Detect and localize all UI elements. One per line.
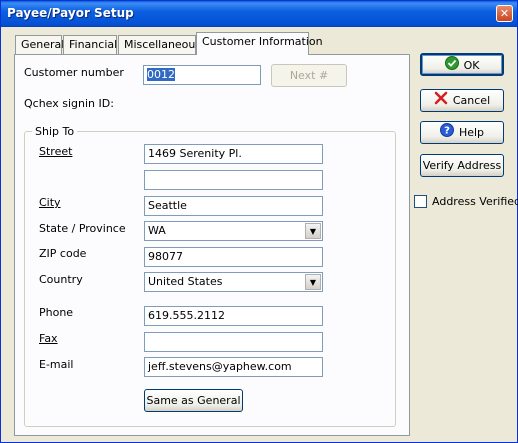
city-label: City [39,196,61,209]
email-field[interactable]: jeff.stevens@yaphew.com [144,357,323,377]
address-verified-label: Address Verified [432,195,518,208]
state-select[interactable]: WA ▼ [144,221,323,241]
chevron-down-icon[interactable]: ▼ [305,223,321,239]
ok-button[interactable]: OK [420,53,504,76]
tab-general[interactable]: General [15,35,64,54]
fax-label: Fax [39,332,58,345]
street-line2-field[interactable] [144,170,323,190]
payee-payor-setup-dialog: Payee/Payor Setup ✕ General Financial Mi… [0,0,518,443]
help-button[interactable]: ? Help [420,121,504,144]
question-icon: ? [439,122,454,144]
country-label: Country [39,273,83,286]
verify-address-button[interactable]: Verify Address [420,154,504,177]
customer-number-field[interactable]: 0012 [143,65,261,85]
street-field[interactable]: 1469 Serenity Pl. [144,144,323,164]
customer-number-label: Customer number [24,66,124,79]
qchex-signin-label: Qchex signin ID: [24,97,114,110]
tab-miscellaneous[interactable]: Miscellaneous [118,35,201,54]
svg-text:?: ? [444,125,450,136]
city-field[interactable]: Seattle [144,196,323,216]
chevron-down-icon[interactable]: ▼ [305,274,321,290]
ship-to-title: Ship To [32,125,78,138]
street-label: Street [39,145,73,158]
check-circle-icon [444,55,459,77]
same-as-general-button[interactable]: Same as General [144,389,243,412]
phone-label: Phone [39,306,74,319]
email-label: E-mail [39,358,74,371]
fax-field[interactable] [144,332,323,352]
country-select[interactable]: United States ▼ [144,272,323,292]
phone-field[interactable]: 619.555.2112 [144,306,323,326]
title-bar[interactable]: Payee/Payor Setup ✕ [1,1,517,27]
cancel-button[interactable]: Cancel [420,89,504,112]
next-number-button[interactable]: Next # [271,64,347,87]
state-label: State / Province [39,222,126,235]
close-icon: ✕ [499,7,510,20]
tab-financial[interactable]: Financial [63,35,117,54]
tab-customer-information[interactable]: Customer Information [196,32,323,55]
zip-field[interactable]: 98077 [144,247,323,267]
zip-label: ZIP code [39,247,87,260]
window-title: Payee/Payor Setup [7,6,134,20]
close-button[interactable]: ✕ [496,5,513,22]
address-verified-checkbox[interactable] [414,195,427,208]
red-x-icon [434,91,448,112]
